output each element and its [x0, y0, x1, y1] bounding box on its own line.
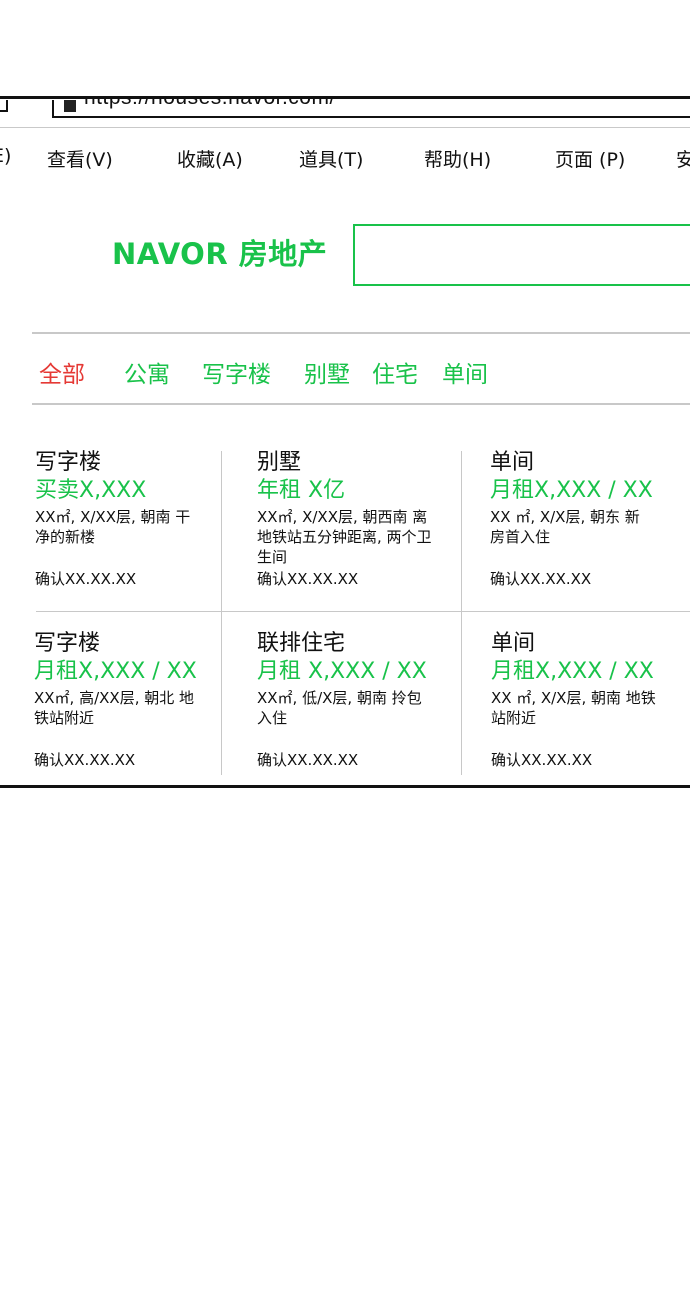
grid-vline-2 [461, 451, 462, 775]
menu-item-tools[interactable]: 道具(T) [299, 145, 363, 172]
menu-item-help[interactable]: 帮助(H) [424, 145, 491, 172]
listing-price: 月租 X,XXX / XX [257, 659, 427, 684]
menu-item-view[interactable]: 查看(V) [47, 145, 113, 172]
listing-card[interactable]: 单间 月租X,XXX / XX XX ㎡, X/X层, 朝东 新房首入住 确认X… [490, 449, 690, 599]
listing-date: 确认XX.XX.XX [257, 751, 359, 769]
listing-date: 确认XX.XX.XX [34, 751, 136, 769]
url-text[interactable]: https://houses.navor.com/ [84, 99, 336, 110]
tab-studio[interactable]: 单间 [442, 355, 488, 389]
listing-date: 确认XX.XX.XX [35, 570, 137, 588]
address-bar-area: https://houses.navor.com/ [0, 99, 690, 128]
grid-hline [36, 611, 690, 612]
listing-card[interactable]: 联排住宅 月租 X,XXX / XX XX㎡, 低/X层, 朝南 拎包入住 确认… [257, 630, 457, 780]
menu-item-page[interactable]: 页面 (P) [555, 145, 625, 172]
listing-date: 确认XX.XX.XX [491, 751, 593, 769]
listing-title: 别墅 [257, 450, 302, 475]
menu-item-security[interactable]: 安 [676, 145, 690, 172]
listing-card[interactable]: 写字楼 月租X,XXX / XX XX㎡, 高/XX层, 朝北 地铁站附近 确认… [34, 630, 234, 780]
listing-card[interactable]: 别墅 年租 X亿 XX㎡, X/XX层, 朝西南 离地铁站五分钟距离, 两个卫生… [257, 449, 457, 599]
menu-item-edit[interactable]: E) [0, 145, 11, 167]
listing-card[interactable]: 写字楼 买卖X,XXX XX㎡, X/XX层, 朝南 干净的新楼 确认XX.XX… [35, 449, 235, 599]
listing-title: 写字楼 [34, 631, 101, 656]
listing-date: 确认XX.XX.XX [257, 570, 359, 588]
listing-price: 月租X,XXX / XX [491, 659, 654, 684]
address-bar[interactable]: https://houses.navor.com/ [52, 99, 690, 118]
menu-bar: E) 查看(V) 收藏(A) 道具(T) 帮助(H) 页面 (P) 安 [0, 135, 690, 179]
listing-price: 买卖X,XXX [35, 478, 147, 503]
listing-desc: XX㎡, X/XX层, 朝南 干净的新楼 [35, 508, 191, 546]
tab-all[interactable]: 全部 [39, 355, 85, 389]
listing-card[interactable]: 单间 月租X,XXX / XX XX ㎡, X/X层, 朝南 地铁站附近 确认X… [491, 630, 690, 780]
site-logo[interactable]: NAVOR 房地产 [112, 231, 327, 273]
tab-residence[interactable]: 住宅 [372, 355, 418, 389]
listing-desc: XX㎡, 低/X层, 朝南 拎包入住 [257, 689, 422, 727]
listing-desc: XX㎡, 高/XX层, 朝北 地铁站附近 [34, 689, 194, 727]
listing-desc: XX㎡, X/XX层, 朝西南 离地铁站五分钟距离, 两个卫生间 [257, 508, 432, 566]
browser-window: https://houses.navor.com/ E) 查看(V) 收藏(A)… [0, 96, 690, 788]
tab-edge [0, 100, 8, 112]
menu-item-favorites[interactable]: 收藏(A) [177, 145, 243, 172]
listing-price: 年租 X亿 [257, 478, 346, 503]
listing-desc: XX ㎡, X/X层, 朝东 新房首入住 [490, 508, 640, 546]
tab-apartment[interactable]: 公寓 [124, 355, 170, 389]
tab-office[interactable]: 写字楼 [202, 355, 271, 389]
tab-villa[interactable]: 别墅 [304, 355, 350, 389]
listing-date: 确认XX.XX.XX [490, 570, 592, 588]
listing-price: 月租X,XXX / XX [490, 478, 653, 503]
divider-bottom [32, 403, 690, 405]
listing-title: 单间 [491, 631, 536, 656]
listing-price: 月租X,XXX / XX [34, 659, 197, 684]
listing-title: 单间 [490, 450, 535, 475]
listing-title: 写字楼 [35, 450, 102, 475]
divider-top [32, 332, 690, 334]
listing-desc: XX ㎡, X/X层, 朝南 地铁站附近 [491, 689, 656, 727]
search-input[interactable] [353, 224, 690, 286]
site-icon [64, 100, 76, 112]
listing-title: 联排住宅 [257, 631, 346, 656]
